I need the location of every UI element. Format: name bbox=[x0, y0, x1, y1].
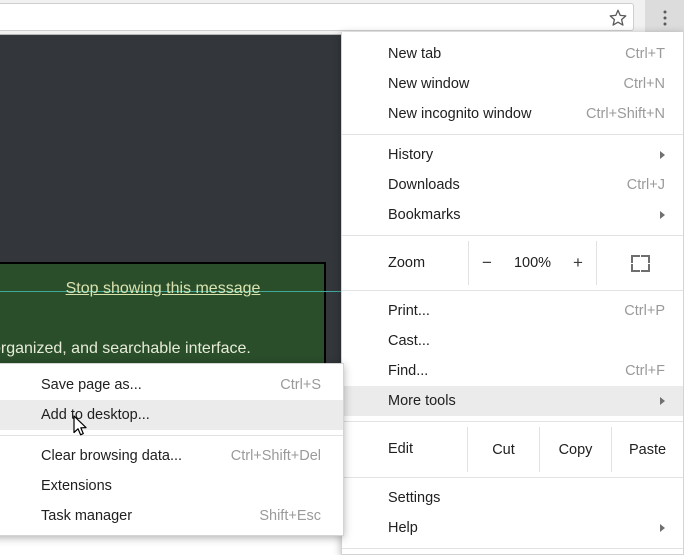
menu-separator bbox=[342, 235, 683, 236]
fullscreen-icon bbox=[630, 254, 650, 272]
menu-separator bbox=[0, 435, 343, 436]
menu-item-new-incognito-window[interactable]: New incognito window Ctrl+Shift+N bbox=[342, 99, 683, 129]
menu-separator bbox=[342, 421, 683, 422]
chevron-right-icon bbox=[660, 524, 665, 532]
submenu-item-clear-browsing-data[interactable]: Clear browsing data... Ctrl+Shift+Del bbox=[0, 441, 343, 471]
menu-item-label: New window bbox=[388, 76, 470, 92]
menu-item-print[interactable]: Print... Ctrl+P bbox=[342, 296, 683, 326]
menu-item-accelerator: Ctrl+Shift+Del bbox=[230, 448, 321, 464]
chevron-right-icon bbox=[660, 151, 665, 159]
menu-item-label: New tab bbox=[388, 46, 442, 62]
menu-item-label: Cast... bbox=[388, 333, 430, 349]
paste-button[interactable]: Paste bbox=[611, 427, 683, 472]
menu-item-bookmarks[interactable]: Bookmarks bbox=[342, 200, 683, 230]
menu-item-label: Help bbox=[388, 520, 418, 536]
three-dots-icon bbox=[663, 10, 666, 25]
cut-button[interactable]: Cut bbox=[467, 427, 539, 472]
bookmark-star-icon[interactable] bbox=[608, 8, 628, 28]
submenu-item-add-to-desktop[interactable]: Add to desktop... bbox=[0, 400, 343, 430]
menu-item-label: Save page as... bbox=[41, 377, 142, 393]
menu-item-new-window[interactable]: New window Ctrl+N bbox=[342, 69, 683, 99]
menu-item-more-tools[interactable]: More tools bbox=[342, 386, 683, 416]
fullscreen-button[interactable] bbox=[597, 241, 683, 285]
zoom-out-button[interactable]: − bbox=[482, 253, 492, 273]
menu-separator bbox=[342, 477, 683, 478]
zoom-label: Zoom bbox=[388, 255, 426, 271]
menu-item-label: Print... bbox=[388, 303, 430, 319]
menu-item-accelerator: Ctrl+T bbox=[625, 46, 665, 62]
menu-item-help[interactable]: Help bbox=[342, 513, 683, 543]
browser-menu-button[interactable] bbox=[645, 0, 684, 35]
menu-item-cast[interactable]: Cast... bbox=[342, 326, 683, 356]
menu-group-tools: Print... Ctrl+P Cast... Find... Ctrl+F M… bbox=[342, 296, 683, 416]
panel-body-text: organized, and searchable interface. bbox=[0, 340, 251, 357]
chevron-right-icon bbox=[660, 211, 665, 219]
zoom-in-button[interactable]: + bbox=[573, 253, 583, 273]
menu-item-label: Downloads bbox=[388, 177, 460, 193]
menu-item-label: Task manager bbox=[41, 508, 133, 524]
menu-group-footer: Settings Help bbox=[342, 483, 683, 543]
menu-item-label: Clear browsing data... bbox=[41, 448, 183, 464]
menu-separator bbox=[342, 134, 683, 135]
menu-item-new-tab[interactable]: New tab Ctrl+T bbox=[342, 39, 683, 69]
submenu-item-save-page-as[interactable]: Save page as... Ctrl+S bbox=[0, 370, 343, 400]
edit-row: Edit Cut Copy Paste bbox=[342, 427, 683, 472]
menu-item-label: Find... bbox=[388, 363, 429, 379]
menu-item-downloads[interactable]: Downloads Ctrl+J bbox=[342, 170, 683, 200]
menu-item-accelerator: Ctrl+F bbox=[625, 363, 665, 379]
menu-item-accelerator: Ctrl+J bbox=[626, 177, 665, 193]
menu-item-label: More tools bbox=[388, 393, 456, 409]
chevron-right-icon bbox=[660, 397, 665, 405]
menu-item-history[interactable]: History bbox=[342, 140, 683, 170]
menu-item-label: Add to desktop... bbox=[41, 407, 150, 423]
menu-separator bbox=[342, 290, 683, 291]
menu-item-accelerator: Shift+Esc bbox=[259, 508, 321, 524]
menu-group-browse: History Downloads Ctrl+J Bookmarks bbox=[342, 140, 683, 230]
menu-item-label: Settings bbox=[388, 490, 441, 506]
menu-group-new: New tab Ctrl+T New window Ctrl+N New inc… bbox=[342, 39, 683, 129]
edit-label: Edit bbox=[388, 441, 413, 457]
menu-item-accelerator: Ctrl+P bbox=[624, 303, 665, 319]
more-tools-submenu: Save page as... Ctrl+S Add to desktop...… bbox=[0, 363, 344, 536]
menu-item-find[interactable]: Find... Ctrl+F bbox=[342, 356, 683, 386]
menu-item-label: History bbox=[388, 147, 434, 163]
browser-main-menu: New tab Ctrl+T New window Ctrl+N New inc… bbox=[341, 32, 684, 555]
menu-item-accelerator: Ctrl+N bbox=[623, 76, 666, 92]
zoom-row: Zoom − 100% + bbox=[342, 241, 683, 285]
copy-button[interactable]: Copy bbox=[539, 427, 611, 472]
menu-separator bbox=[342, 548, 683, 549]
menu-item-settings[interactable]: Settings bbox=[342, 483, 683, 513]
zoom-level-value: 100% bbox=[513, 255, 552, 271]
address-bar-input[interactable] bbox=[0, 3, 634, 31]
browser-toolbar bbox=[0, 0, 684, 35]
stop-showing-message-link[interactable]: Stop showing this message bbox=[0, 280, 326, 298]
submenu-item-task-manager[interactable]: Task manager Shift+Esc bbox=[0, 501, 343, 531]
menu-item-label: Extensions bbox=[41, 478, 112, 494]
submenu-item-extensions[interactable]: Extensions bbox=[0, 471, 343, 501]
menu-item-label: New incognito window bbox=[388, 106, 532, 122]
menu-item-accelerator: Ctrl+S bbox=[280, 377, 321, 393]
menu-item-label: Bookmarks bbox=[388, 207, 461, 223]
zoom-controls: − 100% + bbox=[468, 241, 597, 285]
menu-item-accelerator: Ctrl+Shift+N bbox=[586, 106, 665, 122]
